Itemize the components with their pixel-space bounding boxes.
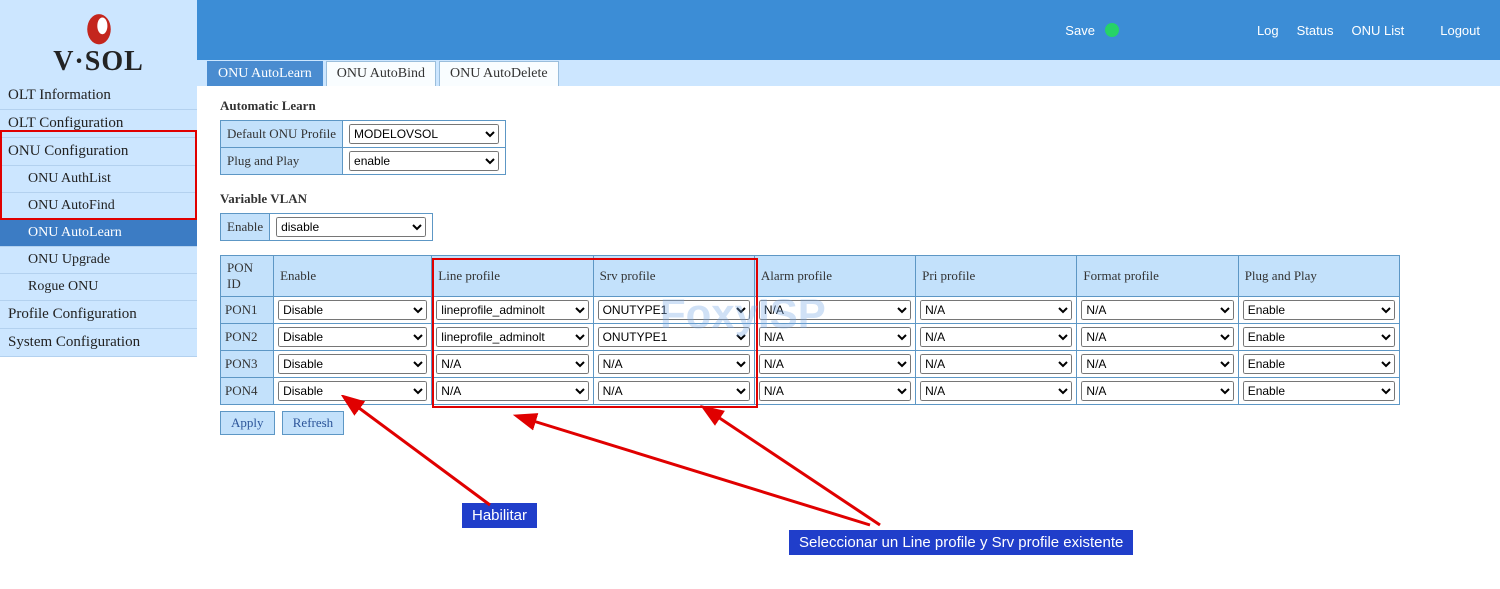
status-link[interactable]: Status — [1297, 23, 1334, 38]
annotation-seleccionar: Seleccionar un Line profile y Srv profil… — [789, 530, 1133, 555]
pon-format-select[interactable]: N/A — [1081, 327, 1233, 347]
pon-pnp-select[interactable]: Enable — [1243, 327, 1395, 347]
automatic-learn-table: Default ONU Profile MODELOVSOL Plug and … — [220, 120, 506, 175]
pon-row: PON4Disable N/A N/A N/A N/A N/A Enable — [221, 378, 1400, 405]
sidebar-item-rogue-onu[interactable]: Rogue ONU — [0, 274, 197, 301]
pon-line-select[interactable]: N/A — [436, 354, 588, 374]
onulist-link[interactable]: ONU List — [1352, 23, 1405, 38]
pon-id-cell: PON1 — [221, 297, 274, 324]
pon-enable-select[interactable]: Disable — [278, 300, 427, 320]
pon-alarm-select[interactable]: N/A — [759, 300, 911, 320]
tab-autolearn[interactable]: ONU AutoLearn — [207, 61, 323, 86]
pon-id-cell: PON3 — [221, 351, 274, 378]
pon-pri-select[interactable]: N/A — [920, 381, 1072, 401]
pon-row: PON2Disable lineprofile_adminolt ONUTYPE1 N… — [221, 324, 1400, 351]
pon-pnp-select[interactable]: Enable — [1243, 354, 1395, 374]
sidebar-item-onu-autofind[interactable]: ONU AutoFind — [0, 193, 197, 220]
variable-vlan-table: Enable disable — [220, 213, 433, 241]
status-dot-icon — [1105, 23, 1119, 37]
pon-header-alarm: Alarm profile — [754, 256, 915, 297]
tab-autodelete[interactable]: ONU AutoDelete — [439, 61, 559, 86]
tab-autobind[interactable]: ONU AutoBind — [326, 61, 436, 86]
pon-pnp-select[interactable]: Enable — [1243, 381, 1395, 401]
pon-format-select[interactable]: N/A — [1081, 354, 1233, 374]
vv-enable-select[interactable]: disable — [276, 217, 426, 237]
sidebar-item-onu-cfg[interactable]: ONU Configuration — [0, 138, 197, 166]
annotation-habilitar: Habilitar — [462, 503, 537, 528]
logo-area: V·SOL — [0, 0, 197, 82]
pon-enable-select[interactable]: Disable — [278, 327, 427, 347]
sidebar-item-onu-autolearn[interactable]: ONU AutoLearn — [0, 220, 197, 247]
save-link[interactable]: Save — [1065, 23, 1095, 38]
pon-header-format: Format profile — [1077, 256, 1238, 297]
vv-enable-label: Enable — [221, 214, 270, 241]
default-profile-select[interactable]: MODELOVSOL — [349, 124, 499, 144]
pon-line-select[interactable]: N/A — [436, 381, 588, 401]
sidebar: OLT Information OLT Configuration ONU Co… — [0, 82, 197, 357]
sub-bar: ONU AutoLearn ONU AutoBind ONU AutoDelet… — [197, 60, 1500, 86]
main-content: Automatic Learn Default ONU Profile MODE… — [220, 92, 1490, 435]
sidebar-item-olt-info[interactable]: OLT Information — [0, 82, 197, 110]
pon-pnp-select[interactable]: Enable — [1243, 300, 1395, 320]
pon-pri-select[interactable]: N/A — [920, 354, 1072, 374]
log-link[interactable]: Log — [1257, 23, 1279, 38]
sidebar-item-olt-cfg[interactable]: OLT Configuration — [0, 110, 197, 138]
pon-line-select[interactable]: lineprofile_adminolt — [436, 327, 588, 347]
pon-id-cell: PON4 — [221, 378, 274, 405]
pon-id-cell: PON2 — [221, 324, 274, 351]
brand-logo: V·SOL — [53, 4, 144, 78]
logout-link[interactable]: Logout — [1440, 23, 1480, 38]
sidebar-item-profile-cfg[interactable]: Profile Configuration — [0, 301, 197, 329]
pon-header-line: Line profile — [432, 256, 593, 297]
pon-srv-select[interactable]: N/A — [598, 354, 750, 374]
pon-pri-select[interactable]: N/A — [920, 300, 1072, 320]
automatic-learn-title: Automatic Learn — [220, 98, 1490, 114]
tab-row: ONU AutoLearn ONU AutoBind ONU AutoDelet… — [207, 61, 559, 86]
pon-format-select[interactable]: N/A — [1081, 381, 1233, 401]
pon-alarm-select[interactable]: N/A — [759, 381, 911, 401]
pon-header-pnp: Plug and Play — [1238, 256, 1399, 297]
default-profile-label: Default ONU Profile — [221, 121, 343, 148]
pon-enable-select[interactable]: Disable — [278, 354, 427, 374]
sidebar-item-onu-upgrade[interactable]: ONU Upgrade — [0, 247, 197, 274]
refresh-button[interactable]: Refresh — [282, 411, 344, 435]
brand-name: V·SOL — [53, 46, 144, 78]
pon-header-id: PON ID — [221, 256, 274, 297]
pon-alarm-select[interactable]: N/A — [759, 354, 911, 374]
apply-button[interactable]: Apply — [220, 411, 275, 435]
pon-header-srv: Srv profile — [593, 256, 754, 297]
pon-header-pri: Pri profile — [916, 256, 1077, 297]
pnp-label: Plug and Play — [221, 148, 343, 175]
pon-line-select[interactable]: lineprofile_adminolt — [436, 300, 588, 320]
sidebar-item-system-cfg[interactable]: System Configuration — [0, 329, 197, 357]
pon-table: PON ID Enable Line profile Srv profile A… — [220, 255, 1400, 405]
pon-srv-select[interactable]: ONUTYPE1 — [598, 327, 750, 347]
pon-row: PON3Disable N/A N/A N/A N/A N/A Enable — [221, 351, 1400, 378]
pon-pri-select[interactable]: N/A — [920, 327, 1072, 347]
pon-row: PON1Disable lineprofile_adminolt ONUTYPE1 N… — [221, 297, 1400, 324]
variable-vlan-title: Variable VLAN — [220, 191, 1490, 207]
pon-enable-select[interactable]: Disable — [278, 381, 427, 401]
pon-format-select[interactable]: N/A — [1081, 300, 1233, 320]
top-bar: Save Log Status ONU List Logout — [197, 0, 1500, 60]
pon-alarm-select[interactable]: N/A — [759, 327, 911, 347]
save-group: Save — [1065, 23, 1119, 38]
sidebar-item-onu-authlist[interactable]: ONU AuthList — [0, 166, 197, 193]
pon-srv-select[interactable]: ONUTYPE1 — [598, 300, 750, 320]
pon-srv-select[interactable]: N/A — [598, 381, 750, 401]
pon-header-enable: Enable — [274, 256, 432, 297]
pnp-select[interactable]: enable — [349, 151, 499, 171]
flame-icon — [82, 4, 116, 46]
